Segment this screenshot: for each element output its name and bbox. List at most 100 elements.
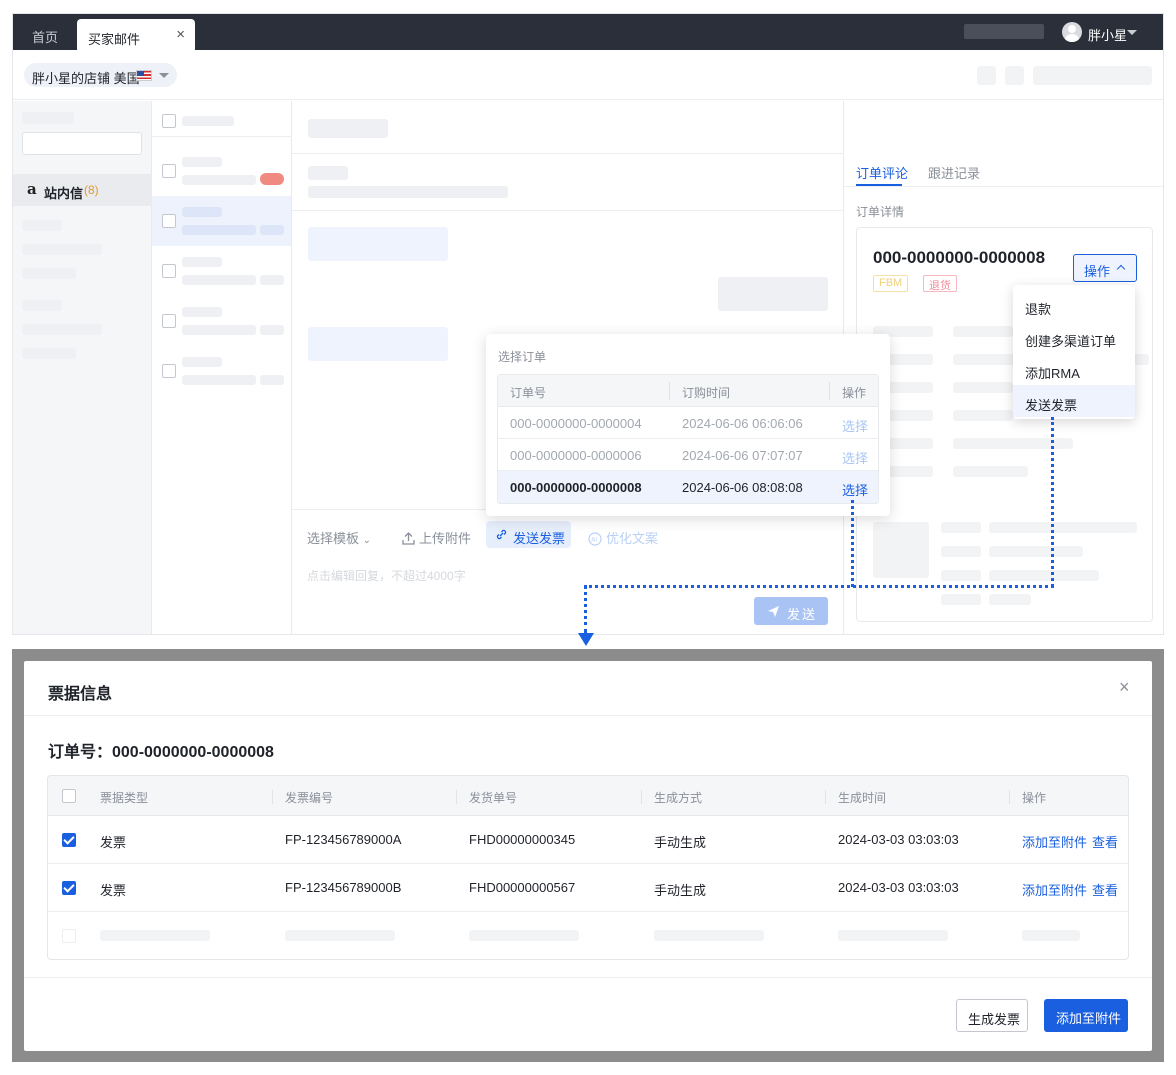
close-icon[interactable]: × [1119, 677, 1130, 698]
skeleton [22, 220, 62, 231]
chevron-down-icon: ⌄ [362, 535, 372, 546]
sidebar-item-inbox[interactable]: a 站内信 (8) [13, 174, 152, 206]
skeleton [182, 207, 222, 217]
message-checkbox[interactable] [162, 214, 176, 228]
shop-bar: 胖小星的店铺 美国 [13, 50, 1163, 100]
toolbar-placeholder [1033, 66, 1152, 85]
skeleton [953, 466, 1028, 477]
skeleton [838, 930, 948, 941]
add-to-attachment-link[interactable]: 添加至附件 [1022, 832, 1087, 851]
add-to-attachment-link[interactable]: 添加至附件 [1022, 880, 1087, 899]
flow-connector [584, 585, 1054, 588]
modal-order-number: 订单号：000-0000000-0000008 [48, 744, 274, 761]
skeleton [182, 325, 256, 335]
select-link[interactable]: 选择 [842, 416, 868, 435]
divider [292, 210, 844, 211]
view-link[interactable]: 查看 [1092, 832, 1118, 851]
order-number: 000-0000000-0000006 [510, 448, 642, 463]
toolbar-icon-placeholder[interactable] [977, 66, 996, 85]
skeleton [260, 325, 284, 335]
status-badge [260, 173, 284, 185]
view-link[interactable]: 查看 [1092, 880, 1118, 899]
add-to-attachment-button[interactable]: 添加至附件 [1044, 999, 1128, 1032]
column-header: 生成方式 [654, 791, 703, 805]
send-icon [768, 606, 779, 617]
flow-connector [1051, 417, 1054, 587]
select-order-popover: 选择订单 订单号 订购时间 操作 000-0000000-0000004 202… [486, 334, 890, 516]
menu-item-create-mcf-order[interactable]: 创建多渠道订单 [1013, 321, 1135, 353]
select-link[interactable]: 选择 [842, 448, 868, 467]
select-all-checkbox[interactable] [162, 114, 176, 128]
chevron-up-icon [1116, 264, 1126, 274]
invoice-table: 票据类型 发票编号 发货单号 生成方式 生成时间 操作 发票 FP-123456… [47, 775, 1129, 960]
redacted-placeholder [964, 24, 1044, 39]
message-checkbox[interactable] [162, 364, 176, 378]
upload-attachment-button[interactable]: 上传附件 [402, 528, 471, 547]
close-icon[interactable]: × [176, 26, 185, 43]
skeleton [953, 326, 1013, 337]
skeleton [953, 438, 1073, 449]
message-checkbox[interactable] [162, 314, 176, 328]
column-header: 订单号 [510, 386, 547, 400]
row-checkbox[interactable] [62, 881, 76, 895]
divider [24, 977, 1152, 978]
skeleton [182, 225, 256, 235]
order-number: 000-0000000-0000008 [873, 248, 1046, 267]
table-row-selected: 000-0000000-0000008 2024-06-06 08:08:08 … [498, 471, 878, 503]
skeleton [100, 930, 210, 941]
skeleton [22, 300, 62, 311]
select-template-button[interactable]: 选择模板 ⌄ [307, 528, 371, 547]
skeleton [308, 166, 348, 180]
message-checkbox[interactable] [162, 264, 176, 278]
divider [24, 715, 1152, 716]
row-checkbox[interactable] [62, 833, 76, 847]
skeleton [22, 112, 74, 124]
operation-button[interactable]: 操作 [1073, 254, 1137, 282]
menu-item-send-invoice[interactable]: 发送发票 [1013, 385, 1135, 417]
fbm-tag: FBM [873, 275, 909, 292]
toolbar-icon-placeholder[interactable] [1005, 66, 1024, 85]
tab-home[interactable]: 首页 [32, 27, 58, 46]
mail-app-frame: 首页 买家邮件 × 胖小星 胖小星的店铺 美国 a 站内信 (8) 选择模板 ⌄… [12, 13, 1164, 635]
order-time: 2024-06-06 07:07:07 [682, 448, 803, 463]
send-invoice-button[interactable]: 发送发票 [486, 521, 571, 548]
column-header: 生成时间 [838, 791, 887, 805]
shop-selector[interactable]: 胖小星的店铺 美国 [24, 63, 177, 87]
send-button[interactable]: 发送 [754, 597, 828, 625]
column-divider [825, 790, 826, 804]
skeleton [941, 570, 981, 581]
message-bubble [308, 227, 448, 261]
user-name[interactable]: 胖小星 [1088, 25, 1127, 44]
order-detail-label: 订单详情 [856, 205, 905, 219]
generation-method: 手动生成 [654, 883, 707, 898]
column-header: 发票编号 [285, 791, 334, 805]
invoice-type: 发票 [100, 835, 127, 850]
skeleton [989, 570, 1099, 581]
tab-order-review[interactable]: 订单评论 [856, 163, 908, 182]
us-flag-icon [136, 70, 152, 81]
skeleton [260, 275, 284, 285]
reply-input-placeholder[interactable]: 点击编辑回复，不超过4000字 [307, 567, 466, 584]
message-bubble [718, 277, 828, 311]
column-header: 发货单号 [469, 791, 518, 805]
column-header: 操作 [1022, 791, 1047, 805]
chevron-down-icon[interactable] [1127, 30, 1137, 35]
menu-item-refund[interactable]: 退款 [1013, 289, 1135, 321]
modal-title: 票据信息 [48, 686, 113, 703]
shipment-number: FHD00000000567 [469, 880, 576, 895]
optimize-text-button[interactable]: AI 优化文案 [588, 528, 658, 547]
arrow-down-icon [578, 633, 594, 646]
tab-follow-record[interactable]: 跟进记录 [928, 163, 980, 182]
skeleton [22, 324, 102, 335]
select-all-checkbox[interactable] [62, 789, 76, 803]
generate-invoice-button[interactable]: 生成发票 [956, 999, 1028, 1032]
avatar[interactable] [1062, 22, 1082, 42]
skeleton [285, 930, 395, 941]
select-link[interactable]: 选择 [842, 480, 868, 499]
column-header: 订购时间 [682, 386, 731, 400]
sidebar-search-input[interactable] [22, 132, 142, 155]
tab-buyer-mail[interactable]: 买家邮件 × [77, 19, 195, 50]
message-checkbox[interactable] [162, 164, 176, 178]
popover-title: 选择订单 [498, 350, 547, 364]
menu-item-add-rma[interactable]: 添加RMA [1013, 353, 1135, 385]
